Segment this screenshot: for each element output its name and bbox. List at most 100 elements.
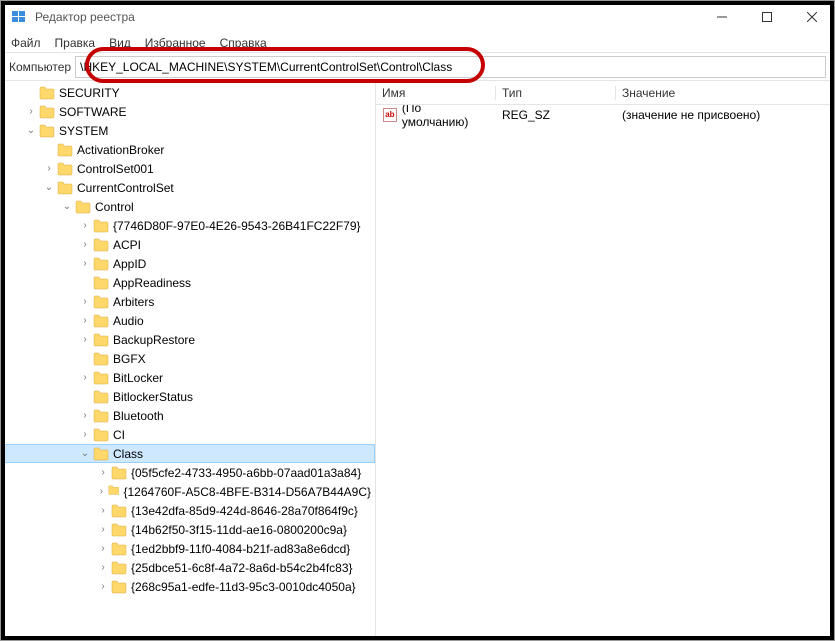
expander-icon[interactable]: › — [25, 106, 37, 117]
tree-label: SYSTEM — [59, 124, 112, 138]
value-type: REG_SZ — [496, 108, 616, 122]
tree-item[interactable]: › {13e42dfa-85d9-424d-8646-28a70f864f9c} — [1, 501, 375, 520]
tree-item[interactable]: ›CI — [1, 425, 375, 444]
tree-label: {13e42dfa-85d9-424d-8646-28a70f864f9c} — [131, 504, 362, 518]
expander-icon[interactable]: ⌄ — [61, 201, 73, 212]
tree-item[interactable]: › {1264760F-A5C8-4BFE-B314-D56A7B44A9C} — [1, 482, 375, 501]
tree-item[interactable]: ⌄CurrentControlSet — [1, 178, 375, 197]
address-input[interactable] — [75, 56, 826, 78]
tree-item[interactable]: AppReadiness — [1, 273, 375, 292]
expander-icon[interactable]: ⌄ — [25, 125, 37, 136]
tree-item[interactable]: ⌄ SYSTEM — [1, 121, 375, 140]
column-name[interactable]: Имя — [376, 86, 496, 100]
tree-item[interactable]: ActivationBroker — [1, 140, 375, 159]
window-title: Редактор реестра — [35, 10, 699, 24]
menu-help[interactable]: Справка — [220, 36, 267, 50]
expander-icon[interactable]: › — [79, 258, 91, 269]
expander-icon[interactable]: › — [97, 486, 106, 497]
menu-view[interactable]: Вид — [109, 36, 131, 50]
expander-icon[interactable]: › — [97, 562, 109, 573]
tree-item[interactable]: › {14b62f50-3f15-11dd-ae16-0800200c9a} — [1, 520, 375, 539]
tree-item[interactable]: › {268c95a1-edfe-11d3-95c3-0010dc4050a} — [1, 577, 375, 596]
close-button[interactable] — [789, 2, 834, 32]
expander-icon[interactable]: ⌄ — [79, 448, 91, 459]
minimize-button[interactable] — [699, 2, 744, 32]
tree-panel[interactable]: SECURITY ›SOFTWARE ⌄ SYSTEM ActivationBroke… — [1, 81, 376, 638]
folder-icon — [39, 105, 55, 119]
menu-favorites[interactable]: Избранное — [145, 36, 206, 50]
folder-icon — [39, 124, 55, 138]
expander-icon[interactable]: › — [43, 163, 55, 174]
folder-icon — [111, 542, 127, 556]
tree-item[interactable]: › {25dbce51-6c8f-4a72-8a6d-b54c2b4fc83} — [1, 558, 375, 577]
folder-icon — [93, 428, 109, 442]
folder-icon — [93, 333, 109, 347]
folder-icon — [75, 200, 91, 214]
folder-icon — [57, 181, 73, 195]
tree-label: {1264760F-A5C8-4BFE-B314-D56A7B44A9C} — [124, 485, 376, 499]
tree-label: Control — [95, 200, 138, 214]
address-label: Компьютер — [9, 60, 75, 74]
tree-label: Bluetooth — [113, 409, 168, 423]
tree-label: {268c95a1-edfe-11d3-95c3-0010dc4050a} — [131, 580, 360, 594]
folder-icon — [93, 257, 109, 271]
tree-label: SECURITY — [59, 86, 124, 100]
expander-icon[interactable]: ⌄ — [43, 182, 55, 193]
maximize-button[interactable] — [744, 2, 789, 32]
tree-label: ACPI — [113, 238, 145, 252]
tree-item[interactable]: ›SOFTWARE — [1, 102, 375, 121]
folder-icon — [39, 86, 55, 100]
tree-item[interactable]: ›{7746D80F-97E0-4E26-9543-26B41FC22F79} — [1, 216, 375, 235]
value-row[interactable]: ab(По умолчанию)REG_SZ(значение не присв… — [376, 105, 834, 124]
folder-icon — [93, 238, 109, 252]
expander-icon[interactable]: › — [97, 467, 109, 478]
tree-label: AppID — [113, 257, 150, 271]
tree-item[interactable]: ›ControlSet001 — [1, 159, 375, 178]
expander-icon[interactable]: › — [79, 372, 91, 383]
tree-item[interactable]: › Arbiters — [1, 292, 375, 311]
values-header: Имя Тип Значение — [376, 81, 834, 105]
menu-file[interactable]: Файл — [11, 36, 41, 50]
column-type[interactable]: Тип — [496, 86, 616, 100]
tree-item[interactable]: › BackupRestore — [1, 330, 375, 349]
expander-icon[interactable]: › — [79, 315, 91, 326]
expander-icon[interactable]: › — [79, 334, 91, 345]
tree-label: {14b62f50-3f15-11dd-ae16-0800200c9a} — [131, 523, 351, 537]
expander-icon[interactable]: › — [97, 524, 109, 535]
expander-icon[interactable]: › — [79, 296, 91, 307]
values-panel[interactable]: Имя Тип Значение ab(По умолчанию)REG_SZ(… — [376, 81, 834, 638]
menu-edit[interactable]: Правка — [55, 36, 96, 50]
tree-item[interactable]: ⌄Class — [1, 444, 375, 463]
folder-icon — [93, 295, 109, 309]
tree-item[interactable]: › Bluetooth — [1, 406, 375, 425]
tree-item[interactable]: ›{05f5cfe2-4733-4950-a6bb-07aad01a3a84} — [1, 463, 375, 482]
tree-item[interactable]: SECURITY — [1, 83, 375, 102]
titlebar: Редактор реестра — [1, 1, 834, 33]
tree-item[interactable]: BitlockerStatus — [1, 387, 375, 406]
expander-icon[interactable]: › — [79, 429, 91, 440]
tree-item[interactable]: › ACPI — [1, 235, 375, 254]
folder-icon — [111, 523, 127, 537]
tree-label: BackupRestore — [113, 333, 199, 347]
tree-item[interactable]: BGFX — [1, 349, 375, 368]
folder-icon — [93, 371, 109, 385]
tree-label: BGFX — [113, 352, 150, 366]
tree-item[interactable]: ›Audio — [1, 311, 375, 330]
folder-icon — [93, 409, 109, 423]
expander-icon[interactable]: › — [79, 220, 91, 231]
expander-icon[interactable]: › — [97, 581, 109, 592]
tree-item[interactable]: › AppID — [1, 254, 375, 273]
value-data: (значение не присвоено) — [616, 108, 834, 122]
folder-icon — [111, 466, 127, 480]
expander-icon[interactable]: › — [97, 543, 109, 554]
tree-item[interactable]: ⌄ Control — [1, 197, 375, 216]
tree-item[interactable]: ›BitLocker — [1, 368, 375, 387]
folder-icon — [108, 485, 120, 499]
expander-icon[interactable]: › — [79, 410, 91, 421]
tree-label: Arbiters — [113, 295, 158, 309]
column-value[interactable]: Значение — [616, 86, 834, 100]
expander-icon[interactable]: › — [79, 239, 91, 250]
tree-label: {25dbce51-6c8f-4a72-8a6d-b54c2b4fc83} — [131, 561, 357, 575]
tree-item[interactable]: ›{1ed2bbf9-11f0-4084-b21f-ad83a8e6dcd} — [1, 539, 375, 558]
expander-icon[interactable]: › — [97, 505, 109, 516]
